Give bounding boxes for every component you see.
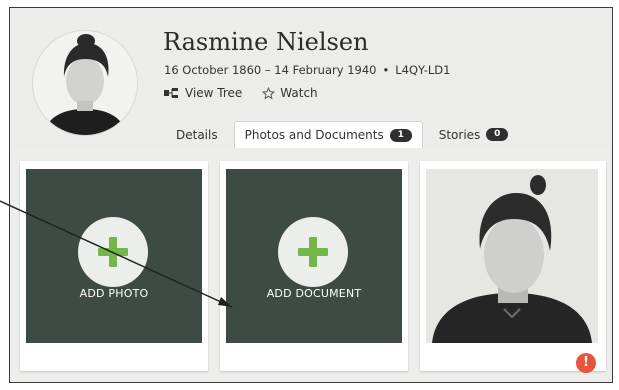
person-lifespan: 16 October 1860 – 14 February 1940 • L4QY-… bbox=[164, 63, 450, 77]
lifespan-dates: 16 October 1860 – 14 February 1940 bbox=[164, 63, 377, 77]
star-icon bbox=[262, 86, 276, 100]
tree-icon bbox=[164, 87, 180, 99]
add-photo-card: ADD PHOTO bbox=[20, 161, 208, 371]
person-name: Rasmine Nielsen bbox=[163, 28, 369, 56]
tab-photos-count-badge: 1 bbox=[389, 128, 412, 142]
alert-icon[interactable]: ! bbox=[576, 353, 596, 373]
add-document-label: ADD DOCUMENT bbox=[266, 287, 362, 300]
add-photo-label: ADD PHOTO bbox=[79, 287, 149, 300]
plus-icon bbox=[278, 217, 348, 287]
person-page: Rasmine Nielsen 16 October 1860 – 14 Feb… bbox=[9, 7, 613, 383]
add-document-button[interactable]: ADD DOCUMENT bbox=[226, 169, 402, 343]
add-photo-button[interactable]: ADD PHOTO bbox=[26, 169, 202, 343]
portrait-photo[interactable] bbox=[426, 169, 598, 343]
lifespan-separator: • bbox=[382, 63, 390, 77]
tab-stories-count-badge: 0 bbox=[486, 128, 509, 141]
add-document-card: ADD DOCUMENT bbox=[220, 161, 408, 371]
tab-stories-label: Stories bbox=[438, 127, 481, 142]
portrait-image bbox=[426, 169, 598, 343]
tab-details-label: Details bbox=[176, 127, 218, 142]
tab-photos-label: Photos and Documents bbox=[244, 128, 384, 142]
photo-card: ! bbox=[420, 161, 606, 373]
person-tabs: Details Photos and Documents 1 Stories 0 bbox=[166, 121, 518, 148]
plus-icon bbox=[78, 217, 148, 287]
person-header: Rasmine Nielsen 16 October 1860 – 14 Feb… bbox=[10, 8, 612, 148]
view-tree-label: View Tree bbox=[185, 86, 243, 100]
view-tree-link[interactable]: View Tree bbox=[164, 86, 242, 100]
watch-label: Watch bbox=[280, 86, 318, 100]
tab-stories[interactable]: Stories 0 bbox=[429, 121, 519, 148]
photos-grid: ADD PHOTO ADD DOCUMENT ! bbox=[10, 148, 612, 382]
person-actions: View Tree Watch bbox=[164, 86, 318, 100]
person-avatar[interactable] bbox=[32, 30, 138, 136]
tab-photos-and-documents[interactable]: Photos and Documents 1 bbox=[233, 121, 423, 148]
portrait-image bbox=[33, 31, 137, 135]
watch-link[interactable]: Watch bbox=[262, 86, 318, 100]
tab-details[interactable]: Details bbox=[166, 121, 228, 148]
person-id: L4QY-LD1 bbox=[395, 63, 451, 77]
